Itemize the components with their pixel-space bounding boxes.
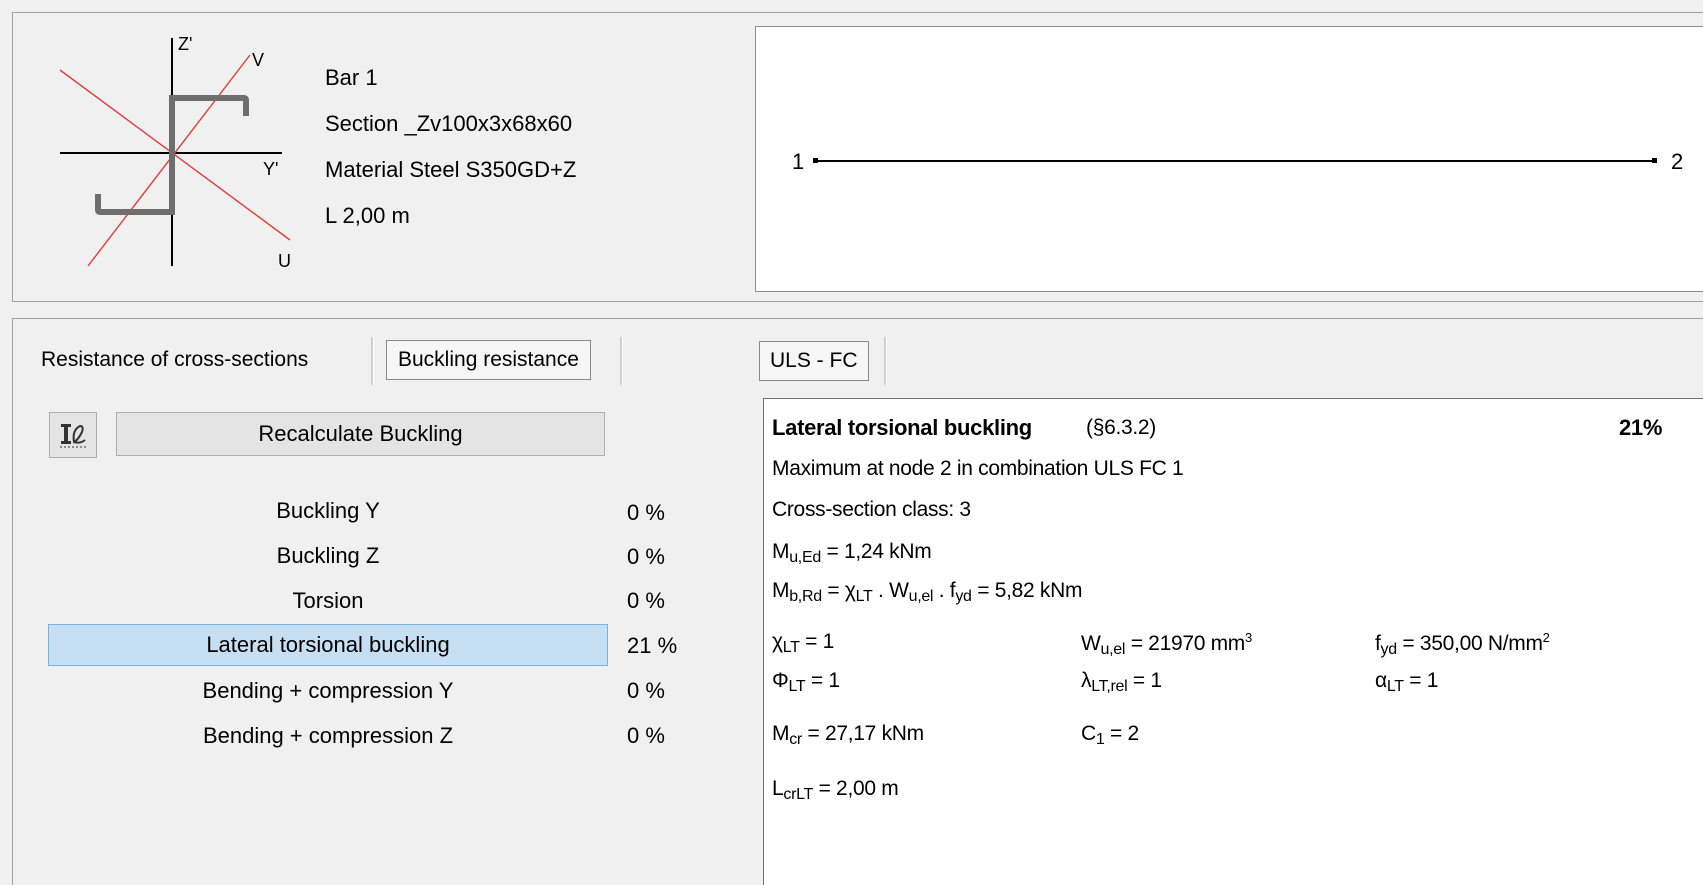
tab-separator [620, 337, 623, 385]
mcr-value: Mcr = 27,17 kNm [772, 722, 924, 748]
calc-settings-button[interactable] [49, 412, 97, 458]
lcr-value: LcrLT = 2,00 m [772, 777, 899, 803]
check-row[interactable]: Bending + compression Y [48, 670, 608, 712]
node-2-label: 2 [1671, 149, 1684, 174]
detail-percent: 21% [1619, 415, 1663, 440]
bar-properties: Bar 1 Section _Zv100x3x68x60 Material St… [325, 55, 576, 239]
check-value: 0 % [627, 500, 665, 525]
tab-separator [884, 337, 887, 385]
tab-separator [371, 337, 374, 385]
check-value: 0 % [627, 544, 665, 569]
mb-rd-line: Mb,Rd = χLT . Wu,el . fyd = 5,82 kNm [772, 579, 1083, 605]
check-value: 21 % [627, 633, 678, 658]
detail-clause: (§6.3.2) [1086, 416, 1156, 439]
cross-section-icon: Z' V Y' U [59, 34, 291, 271]
detail-class-line: Cross-section class: 3 [772, 498, 971, 521]
fyd-value: fyd = 350,00 N/mm2 [1375, 630, 1550, 658]
detail-title: Lateral torsional buckling [772, 415, 1032, 440]
recalculate-buckling-button[interactable]: Recalculate Buckling [116, 412, 605, 456]
check-row[interactable]: Buckling Z [48, 535, 608, 577]
lambda-lt-value: λLT,rel = 1 [1081, 669, 1162, 695]
check-row[interactable]: Torsion [48, 580, 608, 622]
axis-y-label: Y' [263, 159, 278, 179]
check-row[interactable]: Bending + compression Z [48, 715, 608, 757]
check-row[interactable]: Buckling Y [48, 490, 608, 532]
axis-z-label: Z' [178, 34, 192, 54]
mu-ed-line: Mu,Ed = 1,24 kNm [772, 540, 932, 566]
detail-max-line: Maximum at node 2 in combination ULS FC … [772, 457, 1184, 480]
alpha-lt-value: αLT = 1 [1375, 669, 1439, 695]
check-value: 0 % [627, 588, 665, 613]
tab-resistance-cross-sections[interactable]: Resistance of cross-sections [41, 340, 308, 380]
check-value: 0 % [627, 723, 665, 748]
bar-diagram-svg [813, 158, 1657, 163]
bar-name: Bar 1 [325, 65, 378, 90]
bar-material: Material Steel S350GD+Z [325, 157, 577, 182]
phi-lt-value: ΦLT = 1 [772, 669, 840, 695]
bar-length: L 2,00 m [325, 203, 410, 228]
axis-v-label: V [252, 50, 264, 70]
bar-section: Section _Zv100x3x68x60 [325, 111, 573, 136]
bar-diagram: 1 2 [755, 26, 1703, 292]
chi-lt-value: χLT = 1 [772, 630, 835, 656]
c1-value: C1 = 2 [1081, 722, 1139, 748]
check-row-selected[interactable]: Lateral torsional buckling [48, 624, 608, 666]
check-value: 0 % [627, 678, 665, 703]
node-1-label: 1 [792, 149, 805, 174]
node-1-marker [813, 158, 818, 163]
node-2-marker [1652, 158, 1657, 163]
ltb-detail-panel: Lateral torsional buckling (§6.3.2) 21% … [763, 398, 1703, 885]
tab-buckling-resistance[interactable]: Buckling resistance [386, 340, 591, 380]
tab-uls-fc[interactable]: ULS - FC [759, 341, 869, 381]
calc-settings-icon [60, 424, 86, 448]
wu-el-value: Wu,el = 21970 mm3 [1081, 630, 1252, 658]
axis-u-label: U [278, 251, 291, 271]
